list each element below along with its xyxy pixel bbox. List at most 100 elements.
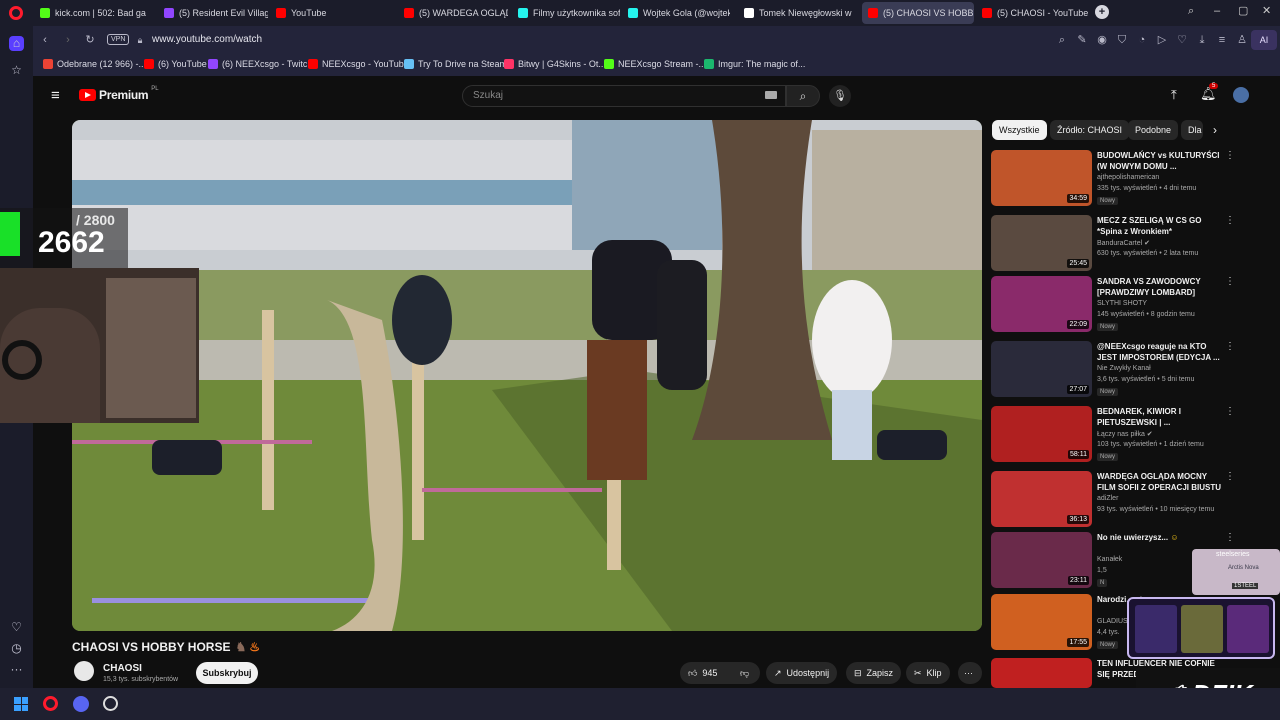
more-options-icon[interactable]: ⋮	[1225, 532, 1235, 543]
share-button[interactable]: ↗ Udostępnij	[766, 662, 838, 684]
keyboard-icon[interactable]	[765, 91, 777, 99]
back-icon[interactable]: ‹	[38, 33, 52, 47]
discord-taskbar-icon[interactable]	[73, 696, 89, 712]
video-thumbnail[interactable]: 23:11	[991, 532, 1092, 588]
more-icon[interactable]: ···	[9, 662, 24, 677]
shield-icon[interactable]: ⛉	[1115, 33, 1129, 47]
video-thumbnail[interactable]	[991, 658, 1092, 688]
video-thumbnail[interactable]: 36:13	[991, 471, 1092, 527]
subscribe-button[interactable]: Subskrybuj	[196, 662, 258, 684]
bookmark-kick[interactable]: NEEXcsgo Stream -...	[604, 59, 706, 69]
address-bar: ‹ › ↻ VPN 🔒︎ www.youtube.com/watch ⌕ ✎ ◉…	[33, 26, 1280, 54]
lock-icon[interactable]: 🔒︎	[133, 33, 147, 47]
menu-icon[interactable]: ≡	[1215, 33, 1229, 47]
profile-icon[interactable]: ♙	[1235, 33, 1249, 47]
opera-logo-icon[interactable]	[9, 6, 23, 20]
list-item[interactable]: 27:07 @NEEXcsgo reaguje na KTO JEST IMPO…	[991, 341, 1235, 399]
bookmark-g4skins[interactable]: Bitwy | G4Skins - Ot...	[504, 59, 606, 69]
like-button[interactable]: 👍︎ 945	[680, 662, 732, 684]
windows-start-icon[interactable]	[14, 697, 28, 711]
home-icon[interactable]: ⌂	[9, 36, 24, 51]
video-thumbnail[interactable]: 34:59	[991, 150, 1092, 206]
star-icon[interactable]: ☆	[9, 63, 24, 78]
app-taskbar-icon[interactable]	[103, 696, 118, 711]
video-thumbnail[interactable]: 58:11	[991, 406, 1092, 462]
list-item[interactable]: 34:59 BUDOWLAŃCY vs KULTURYŚCI (W NOWYM …	[991, 150, 1235, 208]
video-player[interactable]	[72, 120, 982, 631]
avatar[interactable]	[1233, 87, 1249, 103]
mic-icon[interactable]: 🎙︎	[829, 85, 851, 107]
clip-button[interactable]: ✂ Klip	[906, 662, 950, 684]
tab-kick[interactable]: kick.com | 502: Bad gatew	[34, 2, 146, 24]
video-thumbnail[interactable]: 27:07	[991, 341, 1092, 397]
heart-icon[interactable]: ♡	[9, 620, 24, 635]
chip-all[interactable]: Wszystkie	[992, 120, 1047, 140]
camera-icon[interactable]: ◉	[1095, 33, 1109, 47]
dislike-button[interactable]: 👎︎	[732, 662, 760, 684]
tab-wardega[interactable]: (5) WARDEGA OGLĄDA L	[398, 2, 508, 24]
search-icon[interactable]: ⌕	[1055, 33, 1069, 47]
list-item[interactable]: 25:45 MECZ Z SZELIGĄ W CS GO *Spina z Wr…	[991, 215, 1235, 273]
more-actions-button[interactable]: ···	[958, 662, 982, 684]
bookmark-youtube[interactable]: (6) YouTube	[144, 59, 207, 69]
minimize-icon[interactable]: –	[1214, 5, 1220, 17]
opera-taskbar-icon[interactable]	[43, 696, 58, 711]
edit-icon[interactable]: ✎	[1075, 33, 1089, 47]
tab-tiktok-wojtek[interactable]: Wojtek Gola (@wojtekgo	[622, 2, 730, 24]
tab-chaosi-video[interactable]: (5) CHAOSI VS HOBBY	[862, 2, 974, 24]
search-input[interactable]: Szukaj	[462, 85, 786, 107]
verified-icon: ✔	[1142, 240, 1150, 247]
channel-avatar[interactable]	[74, 661, 94, 681]
bookmark-gmail[interactable]: Odebrane (12 966) -...	[43, 59, 146, 69]
bookmark-steam[interactable]: Try To Drive na Steam	[404, 59, 507, 69]
forward-icon[interactable]: ›	[61, 33, 75, 47]
more-options-icon[interactable]: ⋮	[1225, 341, 1235, 352]
more-options-icon[interactable]: ⋮	[1225, 276, 1235, 287]
search-button[interactable]: ⌕	[786, 85, 820, 107]
thumbs-up-icon: 👍︎	[688, 667, 698, 678]
heart-icon[interactable]: ♡	[1175, 33, 1189, 47]
chip-source[interactable]: Źródło: CHAOSI	[1050, 120, 1130, 140]
tab-chaosi-channel[interactable]: (5) CHAOSI - YouTube	[976, 2, 1088, 24]
vpn-badge[interactable]: VPN	[107, 34, 130, 45]
youtube-logo[interactable]: Premium PL	[79, 86, 159, 102]
clock-icon[interactable]: ◔	[1135, 33, 1149, 47]
verified-icon: ✔	[1144, 431, 1153, 438]
bookmark-neex-youtube[interactable]: NEEXcsgo - YouTube	[308, 59, 409, 69]
tab-tiktok-sofi[interactable]: Filmy użytkownika sofisiv	[512, 2, 620, 24]
tab-youtube[interactable]: YouTube	[270, 2, 386, 24]
list-item[interactable]: 58:11 BEDNAREK, KIWIOR I PIETUSZEWSKI | …	[991, 406, 1235, 464]
close-icon[interactable]: ✕	[1262, 4, 1271, 17]
video-thumbnail[interactable]: 25:45	[991, 215, 1092, 271]
url-field[interactable]: www.youtube.com/watch	[152, 34, 262, 45]
webcam-overlay	[0, 268, 199, 423]
search-tabs-icon[interactable]: ⌕	[1188, 5, 1194, 18]
new-tab-icon[interactable]: +	[1095, 5, 1109, 19]
ai-button[interactable]: AI	[1251, 30, 1277, 50]
list-item[interactable]: 22:09 SANDRA VS ZAWODOWCY [PRAWDZIWY LOM…	[991, 276, 1235, 334]
sponsor-code: 1STEEL	[1232, 583, 1259, 589]
video-thumbnail[interactable]: 17:55	[991, 594, 1092, 650]
tab-x-tomek[interactable]: Tomek Niewęgłowski w se	[738, 2, 852, 24]
save-button[interactable]: ⊟ Zapisz	[846, 662, 902, 684]
bookmark-imgur[interactable]: Imgur: The magic of...	[704, 59, 805, 69]
reload-icon[interactable]: ↻	[83, 33, 97, 47]
video-thumbnail[interactable]: 22:09	[991, 276, 1092, 332]
hamburger-menu-icon[interactable]: ≡	[51, 87, 60, 104]
more-options-icon[interactable]: ⋮	[1225, 215, 1235, 226]
maximize-icon[interactable]: ▢	[1238, 4, 1248, 17]
chevron-right-icon[interactable]: ›	[1213, 123, 1217, 137]
download-icon[interactable]: ⤓	[1195, 33, 1209, 47]
tab-twitch[interactable]: (5) Resident Evil Village -	[158, 2, 268, 24]
bookmark-twitch[interactable]: (6) NEEXcsgo - Twitch	[208, 59, 312, 69]
list-item[interactable]: 36:13 WARDĘGA OGLĄDA MOCNY FILM SOFII Z …	[991, 471, 1235, 529]
play-icon[interactable]: ▷	[1155, 33, 1169, 47]
chip-related[interactable]: Podobne	[1128, 120, 1179, 140]
more-options-icon[interactable]: ⋮	[1225, 406, 1235, 417]
upload-icon[interactable]: ⤒	[1171, 87, 1177, 103]
more-options-icon[interactable]: ⋮	[1225, 150, 1235, 161]
chip-for-you[interactable]: Dla	[1181, 120, 1203, 140]
channel-name[interactable]: CHAOSI	[103, 663, 142, 674]
more-options-icon[interactable]: ⋮	[1225, 471, 1235, 482]
history-icon[interactable]: ◷	[9, 641, 24, 656]
